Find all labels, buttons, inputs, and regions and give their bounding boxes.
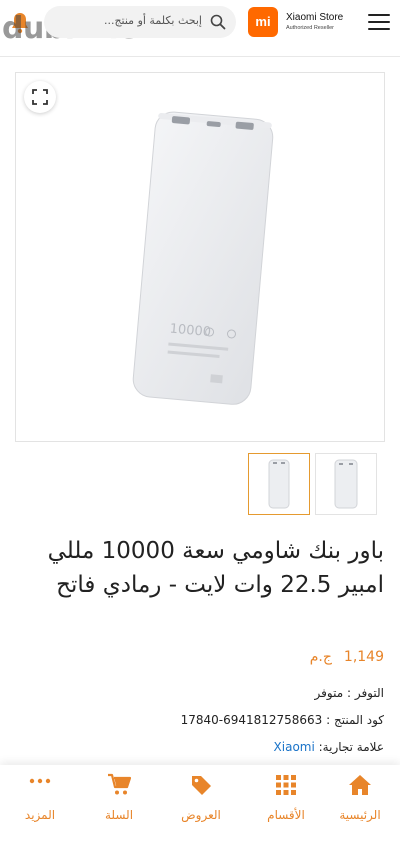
availability-label: التوفر : bbox=[346, 686, 384, 700]
thumbnail-2-image bbox=[334, 459, 358, 509]
search-placeholder: إبحث بكلمة أو منتج... bbox=[103, 14, 202, 27]
availability-row: التوفر : متوفر bbox=[315, 686, 384, 700]
store-name: Xiaomi Store bbox=[286, 12, 344, 23]
brand-label: علامة تجارية: bbox=[318, 740, 384, 754]
store-subtitle: Authorized Reseller bbox=[286, 25, 334, 31]
brand-row: علامة تجارية: Xiaomi bbox=[274, 740, 384, 754]
product-code-value: 17840-6941812758663 bbox=[180, 713, 323, 727]
more-icon bbox=[29, 778, 51, 784]
nav-label-offers: العروض bbox=[181, 808, 221, 822]
product-title: باور بنك شاومي سعة 10000 مللي امبير 22.5… bbox=[47, 538, 384, 598]
product-price: 1,149 ج.م bbox=[310, 649, 384, 665]
header: dubizzle إبحث بكلمة أو منتج... mi Xiaomi… bbox=[0, 0, 400, 46]
menu-icon[interactable] bbox=[368, 14, 390, 32]
price-currency: ج.م bbox=[309, 649, 332, 665]
search-icon[interactable] bbox=[210, 14, 226, 30]
nav-item-home[interactable]: الرئيسية bbox=[322, 773, 398, 833]
nav-item-offers[interactable]: العروض bbox=[163, 773, 239, 833]
availability-value: متوفر bbox=[314, 686, 344, 700]
nav-item-categories[interactable]: الأقسام bbox=[248, 773, 324, 833]
nav-label-categories: الأقسام bbox=[267, 808, 305, 822]
product-code-label: كود المنتج : bbox=[326, 713, 384, 727]
product-image[interactable]: 10000 bbox=[15, 72, 385, 442]
thumbnail-1-image bbox=[268, 459, 290, 509]
nav-label-more: المزيد bbox=[24, 808, 56, 822]
thumbnail-2[interactable] bbox=[315, 453, 377, 515]
thumbnail-1[interactable] bbox=[248, 453, 310, 515]
bottom-nav: الرئيسية الأقسام العروض السلة المزيد bbox=[0, 765, 400, 846]
power-bank-illustration: 10000 bbox=[132, 111, 274, 405]
xiaomi-logo[interactable]: mi bbox=[248, 7, 278, 37]
grid-icon bbox=[276, 775, 296, 795]
tag-icon bbox=[192, 776, 211, 795]
cart-icon bbox=[108, 773, 131, 795]
nav-label-home: الرئيسية bbox=[339, 808, 381, 822]
price-value: 1,149 bbox=[343, 649, 384, 665]
home-icon bbox=[349, 775, 371, 795]
brand-link[interactable]: Xiaomi bbox=[274, 740, 315, 754]
nav-item-more[interactable]: المزيد bbox=[2, 773, 78, 833]
header-divider bbox=[0, 56, 400, 57]
search-input[interactable]: إبحث بكلمة أو منتج... bbox=[44, 6, 236, 38]
product-code-row: كود المنتج : 17840-6941812758663 bbox=[181, 713, 384, 727]
nav-label-cart: السلة bbox=[104, 808, 134, 822]
nav-item-cart[interactable]: السلة bbox=[81, 773, 157, 833]
